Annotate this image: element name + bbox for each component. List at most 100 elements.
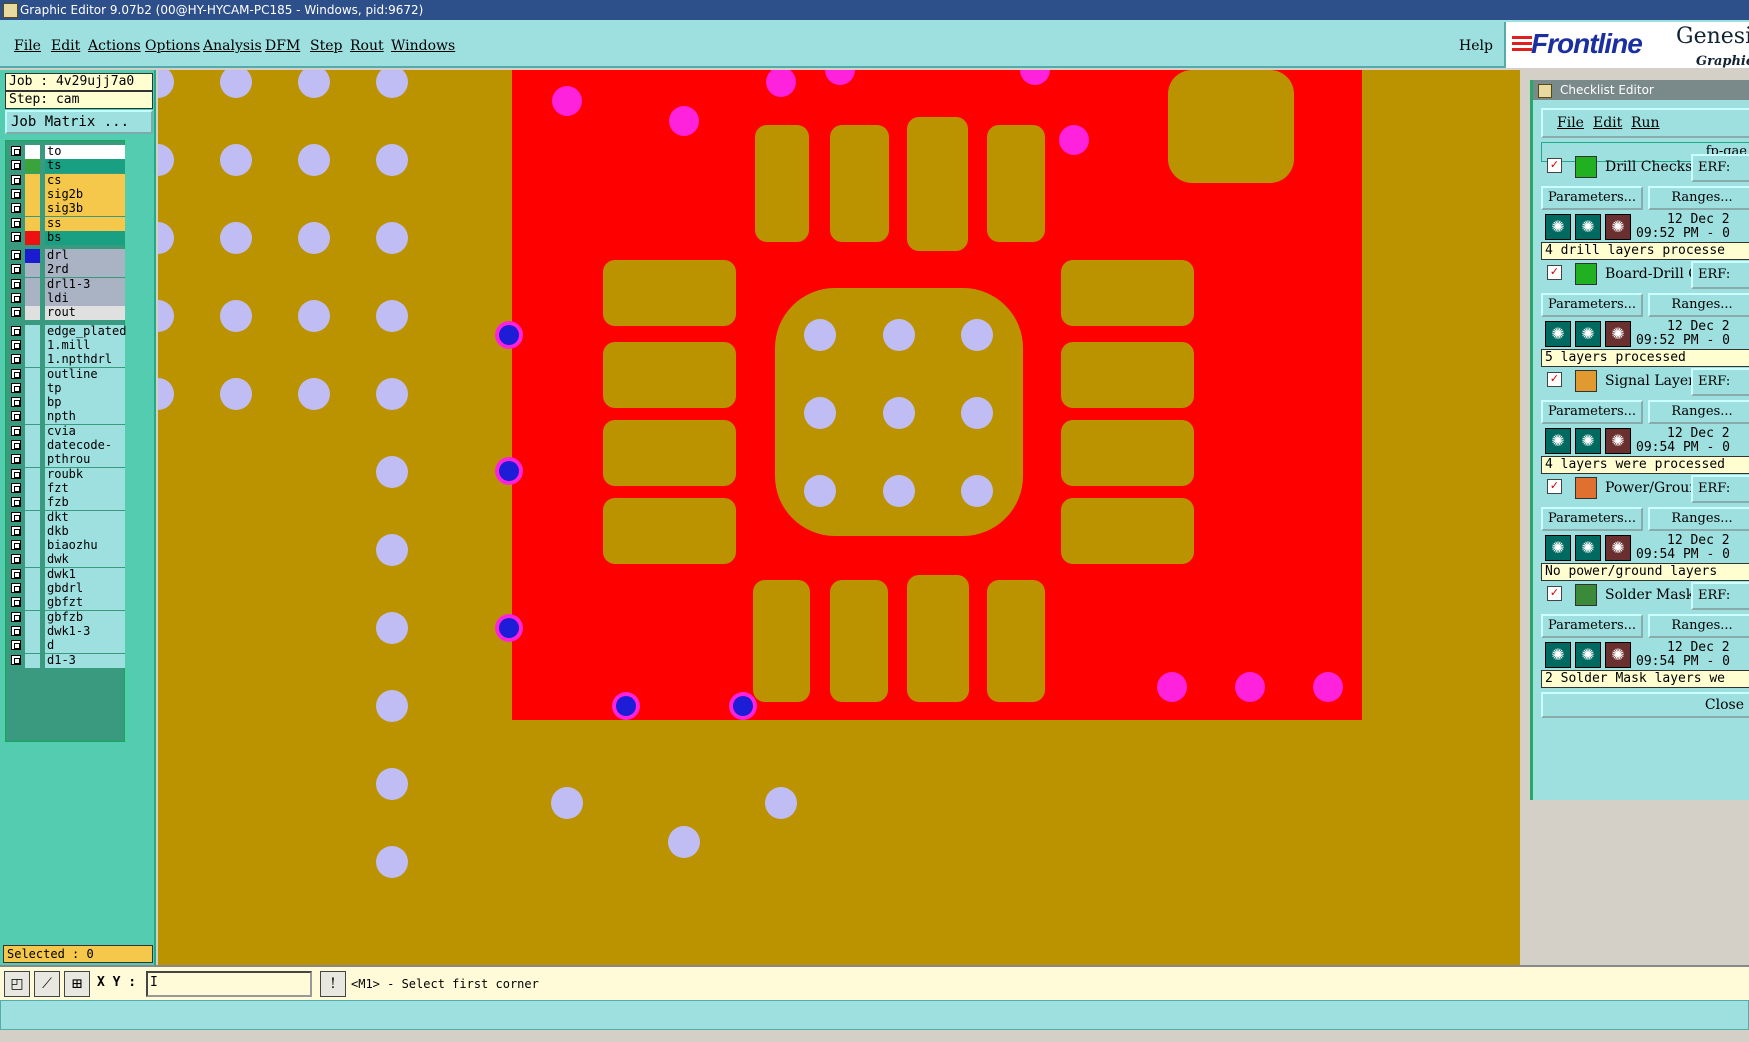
layer-row[interactable]: tp (9, 381, 129, 396)
layer-checkbox[interactable] (11, 540, 21, 551)
run-section-icon[interactable]: ✺ (1575, 321, 1601, 347)
layer-name[interactable]: 1.npthdrl (45, 353, 125, 368)
layer-color-swatch[interactable] (25, 230, 40, 245)
layer-checkbox[interactable] (11, 217, 21, 228)
layer-color-swatch[interactable] (25, 367, 40, 382)
menu-dfm[interactable]: DFM (265, 38, 300, 54)
layer-checkbox[interactable] (11, 511, 21, 522)
layer-color-swatch[interactable] (25, 424, 40, 439)
layer-name[interactable]: biaozhu (45, 539, 125, 554)
layer-name[interactable]: npth (45, 410, 125, 425)
layer-color-swatch[interactable] (25, 624, 40, 639)
check-name[interactable]: Solder Mask Ch (1605, 587, 1697, 603)
layer-checkbox[interactable] (11, 264, 21, 275)
layer-color-swatch[interactable] (25, 396, 40, 411)
layer-color-swatch[interactable] (25, 553, 40, 568)
layer-row[interactable]: gbfzt (9, 596, 129, 611)
layer-color-swatch[interactable] (25, 292, 40, 306)
layer-checkbox[interactable] (11, 411, 21, 422)
layer-row[interactable]: gbfzb (9, 610, 129, 625)
layer-name[interactable]: d1-3 (45, 653, 125, 668)
menu-help[interactable]: Help (1459, 38, 1493, 54)
layer-row[interactable]: sig3b (9, 202, 129, 217)
layer-color-swatch[interactable] (25, 173, 40, 188)
layer-name[interactable]: datecode-to (45, 439, 125, 465)
layer-row[interactable]: 1.npthdrl (9, 353, 129, 368)
run-section-icon[interactable]: ✺ (1575, 428, 1601, 454)
erf-button[interactable]: ERF: (1691, 154, 1749, 182)
info-icon[interactable]: ! (320, 971, 346, 997)
ranges-button[interactable]: Ranges... (1648, 400, 1749, 424)
job-matrix-button[interactable]: Job Matrix ... (5, 110, 153, 134)
checklist-menu-edit[interactable]: Edit (1593, 115, 1622, 131)
layer-row[interactable]: fzt (9, 481, 129, 496)
layer-color-swatch[interactable] (25, 539, 40, 554)
layer-color-swatch[interactable] (25, 653, 40, 668)
layer-row[interactable]: drl (9, 249, 129, 264)
show-results-icon[interactable]: ✺ (1605, 535, 1631, 561)
layer-name[interactable]: roubk (45, 467, 125, 482)
erf-button[interactable]: ERF: (1691, 582, 1749, 610)
xy-input[interactable]: I (146, 971, 312, 997)
layer-color-swatch[interactable] (25, 353, 40, 368)
checklist-menu-file[interactable]: File (1557, 115, 1584, 131)
layer-row[interactable]: biaozhu (9, 539, 129, 554)
layer-name[interactable]: fzb (45, 496, 125, 511)
erf-button[interactable]: ERF: (1691, 475, 1749, 503)
zoom-window-icon[interactable]: ◰ (4, 971, 30, 997)
ranges-button[interactable]: Ranges... (1648, 507, 1749, 531)
layer-name[interactable]: drl1-3 (45, 277, 125, 292)
layer-color-swatch[interactable] (25, 306, 40, 321)
layer-row[interactable]: sig2b (9, 187, 129, 202)
layer-row[interactable]: 2rd (9, 263, 129, 278)
menu-edit[interactable]: Edit (51, 38, 80, 54)
layer-row[interactable]: dwk1-3 (9, 624, 129, 639)
layer-color-swatch[interactable] (25, 324, 40, 339)
layer-row[interactable]: npth (9, 410, 129, 425)
layer-color-swatch[interactable] (25, 249, 40, 264)
layer-row[interactable]: pthrou (9, 453, 129, 468)
layer-checkbox[interactable] (11, 468, 21, 479)
layer-row[interactable]: bs (9, 230, 129, 245)
layer-color-swatch[interactable] (25, 410, 40, 425)
layer-checkbox[interactable] (11, 454, 21, 465)
ranges-button[interactable]: Ranges... (1648, 186, 1749, 210)
layer-name[interactable]: bp (45, 396, 125, 411)
layer-name[interactable]: outline (45, 367, 125, 382)
layer-row[interactable]: roubk (9, 467, 129, 482)
layer-row[interactable]: d1-3 (9, 653, 129, 668)
layer-checkbox[interactable] (11, 307, 21, 318)
show-results-icon[interactable]: ✺ (1605, 642, 1631, 668)
erf-button[interactable]: ERF: (1691, 261, 1749, 289)
menu-file[interactable]: File (14, 38, 41, 54)
parameters-button[interactable]: Parameters... (1541, 293, 1643, 317)
layer-checkbox[interactable] (11, 425, 21, 436)
check-enabled-checkbox[interactable]: ✓ (1547, 158, 1562, 173)
menu-actions[interactable]: Actions (88, 38, 141, 54)
layer-row[interactable]: to (9, 145, 129, 159)
layer-checkbox[interactable] (11, 525, 21, 536)
check-name[interactable]: Board-Drill Che (1605, 266, 1697, 282)
layer-name[interactable]: ldi (45, 292, 125, 306)
parameters-button[interactable]: Parameters... (1541, 186, 1643, 210)
layer-checkbox[interactable] (11, 640, 21, 651)
layer-checkbox[interactable] (11, 146, 21, 156)
run-icon[interactable]: ✺ (1545, 642, 1571, 668)
menu-rout[interactable]: Rout (350, 38, 384, 54)
run-section-icon[interactable]: ✺ (1575, 642, 1601, 668)
layer-row[interactable]: outline (9, 367, 129, 382)
layer-row[interactable]: bp (9, 396, 129, 411)
layer-row[interactable]: gbdrl (9, 582, 129, 596)
check-enabled-checkbox[interactable]: ✓ (1547, 479, 1562, 494)
pcb-drawing[interactable] (158, 70, 1520, 965)
layer-checkbox[interactable] (11, 293, 21, 303)
layer-color-swatch[interactable] (25, 524, 40, 539)
layer-checkbox[interactable] (11, 554, 21, 565)
layer-row[interactable]: datecode-to (9, 439, 129, 465)
layer-name[interactable]: tp (45, 381, 125, 396)
layer-checkbox[interactable] (11, 497, 21, 508)
layer-color-swatch[interactable] (25, 159, 40, 174)
layer-name[interactable]: sig3b (45, 202, 125, 217)
layer-name[interactable]: rout (45, 306, 125, 321)
run-icon[interactable]: ✺ (1545, 214, 1571, 240)
